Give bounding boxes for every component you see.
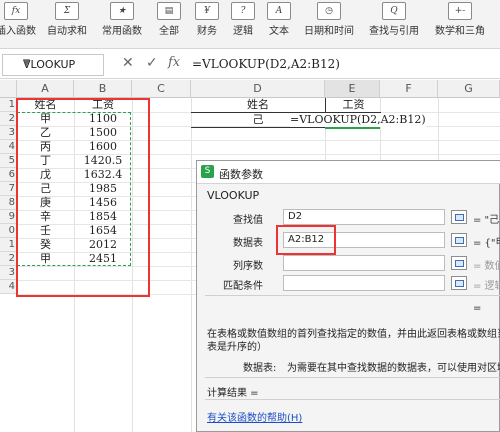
col-header-a[interactable]: A [17,80,74,98]
all-functions-label: 全部 [159,26,179,37]
cancel-icon[interactable]: ✕ [122,55,134,71]
autosum-label: 自动求和 [47,26,87,37]
col-header-f[interactable]: F [380,80,438,98]
row-header[interactable]: 8 [0,196,16,210]
row-header[interactable]: 3 [0,126,16,140]
insert-function-label: 插入函数 [0,26,36,37]
col-header-d[interactable]: D [191,80,325,98]
confirm-icon[interactable]: ✓ [146,55,158,71]
cell-e1[interactable]: 工资 [325,98,381,113]
function-ribbon: fx 插入函数 Σ 自动求和 ★ 常用函数 ▤ 全部 ¥ 财务 ? 逻辑 A 文… [0,0,500,49]
grid-line [191,98,192,432]
formula-input[interactable]: =VLOOKUP(D2,A2:B12) [192,57,340,71]
arg-label-lookup-value: 查找值 [233,215,263,226]
row-header[interactable]: 1 [0,98,16,112]
math-trig-label: 数学和三角 [435,26,485,37]
collapse-ref-icon[interactable] [451,233,467,247]
common-functions-label: 常用函数 [102,26,142,37]
magnifier-icon: Q [382,2,406,20]
row-header[interactable]: 5 [0,154,16,168]
col-header-g[interactable]: G [438,80,500,98]
lookup-reference-label: 查找与引用 [369,26,419,37]
fx-icon: fx [4,2,28,20]
highlight-box-table [16,98,150,297]
corner-select-all[interactable] [0,80,17,98]
row-header[interactable]: 4 [0,280,16,294]
help-link[interactable]: 有关该函数的帮助(H) [207,409,302,424]
star-icon: ★ [110,2,134,20]
dialog-titlebar: S 函数参数 [197,161,500,184]
collapse-ref-icon[interactable] [451,276,467,290]
divider [205,295,500,296]
row-header[interactable]: 0 [0,224,16,238]
finance-label: 财务 [197,26,217,37]
logic-button[interactable]: ? 逻辑 [226,0,260,46]
sigma-icon: Σ [55,2,79,20]
logic-label: 逻辑 [233,26,253,37]
divider [205,377,500,378]
arg-result-range-lookup: = 逻辑 [473,281,500,292]
arg-input-col-index[interactable] [283,255,445,271]
finance-button[interactable]: ¥ 财务 [190,0,224,46]
list-icon: ▤ [157,2,181,20]
arg-result-col-index: = 数值 [473,261,500,272]
question-icon: ? [231,2,255,20]
row-header[interactable]: 7 [0,182,16,196]
function-result-eq: = [473,303,482,314]
math-icon: +- [448,2,472,20]
text-button[interactable]: A 文本 [262,0,296,46]
arg-label-table-array: 数据表 [233,238,263,249]
param-description: 为需要在其中查找数据的数据表，可以使用对区域 [287,363,500,374]
col-header-b[interactable]: B [74,80,132,98]
yen-icon: ¥ [195,2,219,20]
arg-label-range-lookup: 匹配条件 [223,281,263,292]
row-header[interactable]: 1 [0,238,16,252]
row-header[interactable]: 3 [0,266,16,280]
function-args-dialog: S 函数参数 VLOOKUP 查找值 D2 = "己 数据表 A2:B12 = … [196,160,500,432]
fx-icon[interactable]: fx [168,55,180,70]
cell-e2[interactable]: =VLOOKUP(D2,A2:B12) [290,113,426,127]
wps-sheet-icon: S [201,165,214,178]
active-cell-indicator [325,127,380,129]
function-name: VLOOKUP [207,189,260,202]
collapse-ref-icon[interactable] [451,256,467,270]
text-icon: A [267,2,291,20]
all-functions-button[interactable]: ▤ 全部 [152,0,186,46]
text-label: 文本 [269,26,289,37]
col-header-e[interactable]: E [325,80,380,98]
datetime-label: 日期和时间 [304,26,354,37]
cell-d1[interactable]: 姓名 [191,98,325,113]
divider [205,399,500,400]
param-label: 数据表: [243,363,277,374]
arg-input-lookup-value[interactable]: D2 [283,209,445,225]
name-box[interactable]: VLOOKUP ▼ [2,54,104,76]
row-header[interactable]: 9 [0,210,16,224]
function-description-cont: 表是升序的） [207,342,267,353]
col-header-c[interactable]: C [132,80,191,98]
row-header[interactable]: 6 [0,168,16,182]
collapse-ref-icon[interactable] [451,210,467,224]
arg-input-range-lookup[interactable] [283,275,445,291]
row-header[interactable]: 2 [0,112,16,126]
math-trig-button[interactable]: +- 数学和三角 [428,0,492,46]
lookup-reference-button[interactable]: Q 查找与引用 [362,0,426,46]
autosum-button[interactable]: Σ 自动求和 [42,0,92,46]
row-header[interactable]: 2 [0,252,16,266]
clock-icon: ◷ [317,2,341,20]
arg-result-table-array: = {"甲 [473,238,500,249]
row-header[interactable]: 4 [0,140,16,154]
dialog-title: 函数参数 [219,168,263,181]
datetime-button[interactable]: ◷ 日期和时间 [298,0,360,46]
chevron-down-icon[interactable]: ▼ [23,58,100,68]
common-functions-button[interactable]: ★ 常用函数 [96,0,148,46]
calc-result-label: 计算结果 = [207,388,259,399]
arg-result-lookup-value: = "己 [473,215,500,226]
insert-function-button[interactable]: fx 插入函数 [0,0,38,46]
highlight-box-table-array [276,225,336,255]
arg-label-col-index: 列序数 [233,261,263,272]
